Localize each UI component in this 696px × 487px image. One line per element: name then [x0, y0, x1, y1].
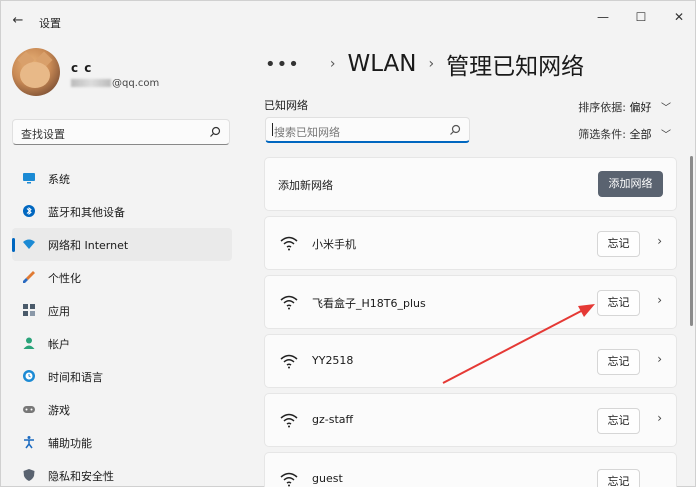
- network-name: 飞看盒子_H18T6_plus: [312, 297, 426, 310]
- network-name: guest: [312, 472, 343, 485]
- breadcrumb: ••• › WLAN › 管理已知网络: [265, 47, 584, 81]
- network-name: YY2518: [312, 354, 354, 367]
- chevron-right-icon: ›: [428, 56, 435, 72]
- minimize-icon[interactable]: —: [588, 7, 618, 27]
- wifi-diamond-icon: [23, 239, 35, 249]
- search-icon: [450, 124, 461, 135]
- settings-search-text: 查找设置: [21, 128, 65, 141]
- brush-icon: [23, 271, 35, 283]
- known-search-placeholder: 搜索已知网络: [274, 126, 340, 139]
- sidebar-item-label: 应用: [48, 305, 70, 318]
- sidebar-item-label: 辅助功能: [48, 437, 92, 450]
- sidebar-item-network[interactable]: 网络和 Internet: [12, 228, 232, 261]
- wifi-icon: [280, 236, 298, 251]
- text-caret: [272, 123, 273, 136]
- forget-button[interactable]: 忘记: [597, 469, 640, 487]
- settings-window: ← 设置 — ☐ ✕ c c @qq.com 查找设置 系统 蓝牙和其他设备 网…: [0, 0, 696, 487]
- chevron-right-icon[interactable]: ›: [657, 234, 662, 248]
- sidebar-item-label: 网络和 Internet: [48, 239, 129, 252]
- add-network-button[interactable]: 添加网络: [598, 171, 663, 197]
- close-icon[interactable]: ✕: [664, 7, 694, 27]
- back-arrow-icon[interactable]: ←: [9, 13, 27, 29]
- avatar[interactable]: [12, 48, 60, 96]
- clock-globe-icon: [23, 370, 35, 382]
- sidebar-item-label: 隐私和安全性: [48, 470, 114, 483]
- network-row[interactable]: 小米手机 忘记 ›: [264, 216, 677, 270]
- sidebar-item-personalization[interactable]: 个性化: [12, 261, 232, 294]
- network-name: 小米手机: [312, 238, 356, 251]
- chevron-right-icon[interactable]: ›: [657, 411, 662, 425]
- person-icon: [23, 337, 35, 349]
- email-domain: @qq.com: [112, 78, 160, 89]
- sidebar-item-gaming[interactable]: 游戏: [12, 393, 232, 426]
- sort-dropdown[interactable]: 排序依据: 偏好 ﹀: [578, 99, 671, 115]
- filter-label: 筛选条件:: [578, 128, 626, 141]
- user-email: @qq.com: [71, 78, 159, 89]
- maximize-icon[interactable]: ☐: [626, 7, 656, 27]
- forget-button[interactable]: 忘记: [597, 290, 640, 316]
- sort-value: 偏好: [629, 101, 652, 114]
- chevron-right-icon[interactable]: ›: [657, 293, 662, 307]
- sidebar-item-accounts[interactable]: 帐户: [12, 327, 232, 360]
- forget-button[interactable]: 忘记: [597, 231, 640, 257]
- bluetooth-icon: [23, 205, 35, 217]
- monitor-icon: [23, 173, 35, 184]
- forget-button[interactable]: 忘记: [597, 408, 640, 434]
- sidebar-item-accessibility[interactable]: 辅助功能: [12, 426, 232, 459]
- app-title: 设置: [39, 17, 61, 30]
- sidebar-item-system[interactable]: 系统: [12, 162, 232, 195]
- search-icon: [210, 126, 221, 137]
- sidebar-item-apps[interactable]: 应用: [12, 294, 232, 327]
- chevron-down-icon: ﹀: [661, 103, 671, 114]
- network-row[interactable]: 飞看盒子_H18T6_plus 忘记 ›: [264, 275, 677, 329]
- network-row[interactable]: gz-staff 忘记 ›: [264, 393, 677, 447]
- user-name: c c: [71, 61, 93, 75]
- sidebar-item-time-language[interactable]: 时间和语言: [12, 360, 232, 393]
- page-title: 管理已知网络: [446, 54, 585, 80]
- settings-search-input[interactable]: 查找设置: [12, 119, 230, 145]
- sidebar-item-bluetooth[interactable]: 蓝牙和其他设备: [12, 195, 232, 228]
- network-row[interactable]: YY2518 忘记 ›: [264, 334, 677, 388]
- breadcrumb-wlan[interactable]: WLAN: [347, 51, 416, 77]
- filter-dropdown[interactable]: 筛选条件: 全部 ﹀: [578, 126, 671, 142]
- accessibility-icon: [24, 436, 34, 449]
- known-networks-search-input[interactable]: 搜索已知网络: [265, 117, 470, 143]
- sidebar-item-label: 时间和语言: [48, 371, 103, 384]
- filter-value: 全部: [629, 128, 652, 141]
- wifi-icon: [280, 413, 298, 428]
- scrollbar[interactable]: [690, 156, 693, 326]
- sidebar-item-label: 个性化: [48, 272, 81, 285]
- chevron-right-icon[interactable]: ›: [657, 352, 662, 366]
- sidebar-item-label: 蓝牙和其他设备: [48, 206, 125, 219]
- wifi-icon: [280, 295, 298, 310]
- network-name: gz-staff: [312, 413, 354, 426]
- add-network-card: 添加新网络 添加网络: [264, 157, 677, 211]
- sidebar-item-label: 帐户: [48, 338, 70, 351]
- chevron-down-icon: ﹀: [661, 130, 671, 141]
- sort-label: 排序依据:: [578, 101, 626, 114]
- chevron-right-icon: ›: [329, 56, 336, 72]
- wifi-icon: [280, 472, 298, 487]
- network-row[interactable]: guest 忘记: [264, 452, 677, 487]
- known-networks-label: 已知网络: [264, 99, 308, 112]
- add-network-label: 添加新网络: [278, 179, 333, 192]
- sidebar-item-label: 游戏: [48, 404, 70, 417]
- wifi-icon: [280, 354, 298, 369]
- apps-icon: [23, 304, 35, 316]
- sidebar-item-privacy[interactable]: 隐私和安全性: [12, 459, 232, 487]
- gamepad-icon: [23, 406, 35, 413]
- sidebar-nav: 系统 蓝牙和其他设备 网络和 Internet 个性化 应用 帐户 时间和语言: [12, 162, 232, 487]
- sidebar-item-label: 系统: [48, 173, 70, 186]
- forget-button[interactable]: 忘记: [597, 349, 640, 375]
- email-redaction: [71, 79, 111, 87]
- more-dots-icon[interactable]: •••: [265, 54, 300, 75]
- shield-icon: [23, 469, 35, 481]
- title-bar: ← 设置 — ☐ ✕: [1, 1, 695, 41]
